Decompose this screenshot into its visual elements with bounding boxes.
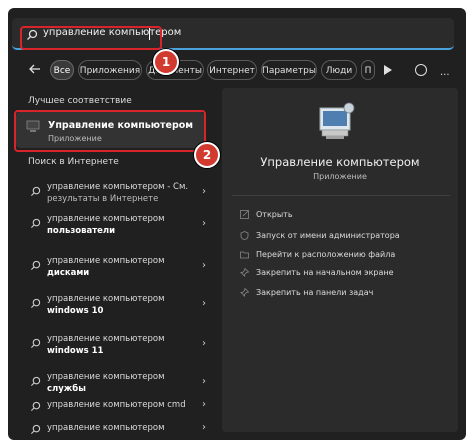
chevron-right-icon: › <box>202 218 206 229</box>
detail-title: Управление компьютером <box>260 155 420 169</box>
tab-internet[interactable]: Интернет <box>207 60 257 80</box>
result-line1: управление компьютером - См. <box>47 182 189 192</box>
best-match-highlight-frame <box>14 110 206 152</box>
search-highlight-frame <box>20 26 162 50</box>
result-line1: управление компьютером <box>47 214 165 224</box>
detail-subtitle: Приложение <box>313 172 367 181</box>
more-icon[interactable]: ··· <box>440 70 450 81</box>
computer-management-large-icon <box>319 102 355 139</box>
search-icon <box>30 424 41 435</box>
admin-shield-icon <box>240 231 249 240</box>
chevron-right-icon: › <box>202 399 206 410</box>
search-icon <box>30 298 41 309</box>
step-badge-1: 1 <box>153 49 179 75</box>
result-line2: дисками <box>47 268 90 278</box>
back-arrow-icon[interactable] <box>28 62 42 76</box>
chevron-right-icon: › <box>202 338 206 349</box>
search-icon <box>30 401 41 412</box>
pin-icon <box>240 288 249 297</box>
result-line2: windows 11 <box>47 346 104 356</box>
chevron-right-icon: › <box>202 422 206 433</box>
tab-all[interactable]: Все <box>50 60 74 80</box>
result-line1: управление компьютером <box>47 334 165 344</box>
search-icon <box>30 338 41 349</box>
open-icon <box>240 210 249 219</box>
search-icon <box>30 186 41 197</box>
pin-icon <box>240 268 249 277</box>
detail-divider <box>232 195 450 196</box>
result-line2: пользователи <box>47 226 116 236</box>
result-line1: управление компьютером cmd <box>47 400 186 410</box>
web-search-heading: Поиск в Интернете <box>28 157 119 167</box>
result-line2: службы <box>47 384 86 394</box>
result-line1: управление компьютером <box>47 294 165 304</box>
result-line1: управление компьютером <box>47 372 165 382</box>
result-line1: управление компьютером <box>47 423 165 433</box>
search-icon <box>30 218 41 229</box>
search-icon <box>30 376 41 387</box>
chevron-right-icon: › <box>202 376 206 387</box>
result-line2: результаты в Интернете <box>47 194 159 204</box>
action-pin-taskbar[interactable]: Закрепить на панели задач <box>256 288 373 297</box>
action-open-file-location[interactable]: Перейти к расположению файла <box>256 250 395 259</box>
folder-icon <box>240 251 249 259</box>
action-pin-start[interactable]: Закрепить на начальном экране <box>256 268 394 277</box>
best-match-heading: Лучшее соответствие <box>28 96 132 106</box>
action-run-as-admin[interactable]: Запуск от имени администратора <box>256 231 400 240</box>
step-badge-2: 2 <box>194 142 220 168</box>
result-line1: управление компьютером <box>47 256 165 266</box>
chevron-right-icon: › <box>202 186 206 197</box>
play-icon[interactable] <box>383 64 393 76</box>
chevron-right-icon: › <box>202 298 206 309</box>
tab-apps[interactable]: Приложения <box>78 60 142 80</box>
account-circle-icon[interactable] <box>415 64 427 76</box>
tab-more-cut[interactable]: П <box>361 60 375 80</box>
search-icon <box>30 260 41 271</box>
action-open[interactable]: Открыть <box>256 210 293 219</box>
tab-people[interactable]: Люди <box>321 60 357 80</box>
chevron-right-icon: › <box>202 260 206 271</box>
tab-settings[interactable]: Параметры <box>261 60 317 80</box>
result-line2: windows 10 <box>47 306 104 316</box>
